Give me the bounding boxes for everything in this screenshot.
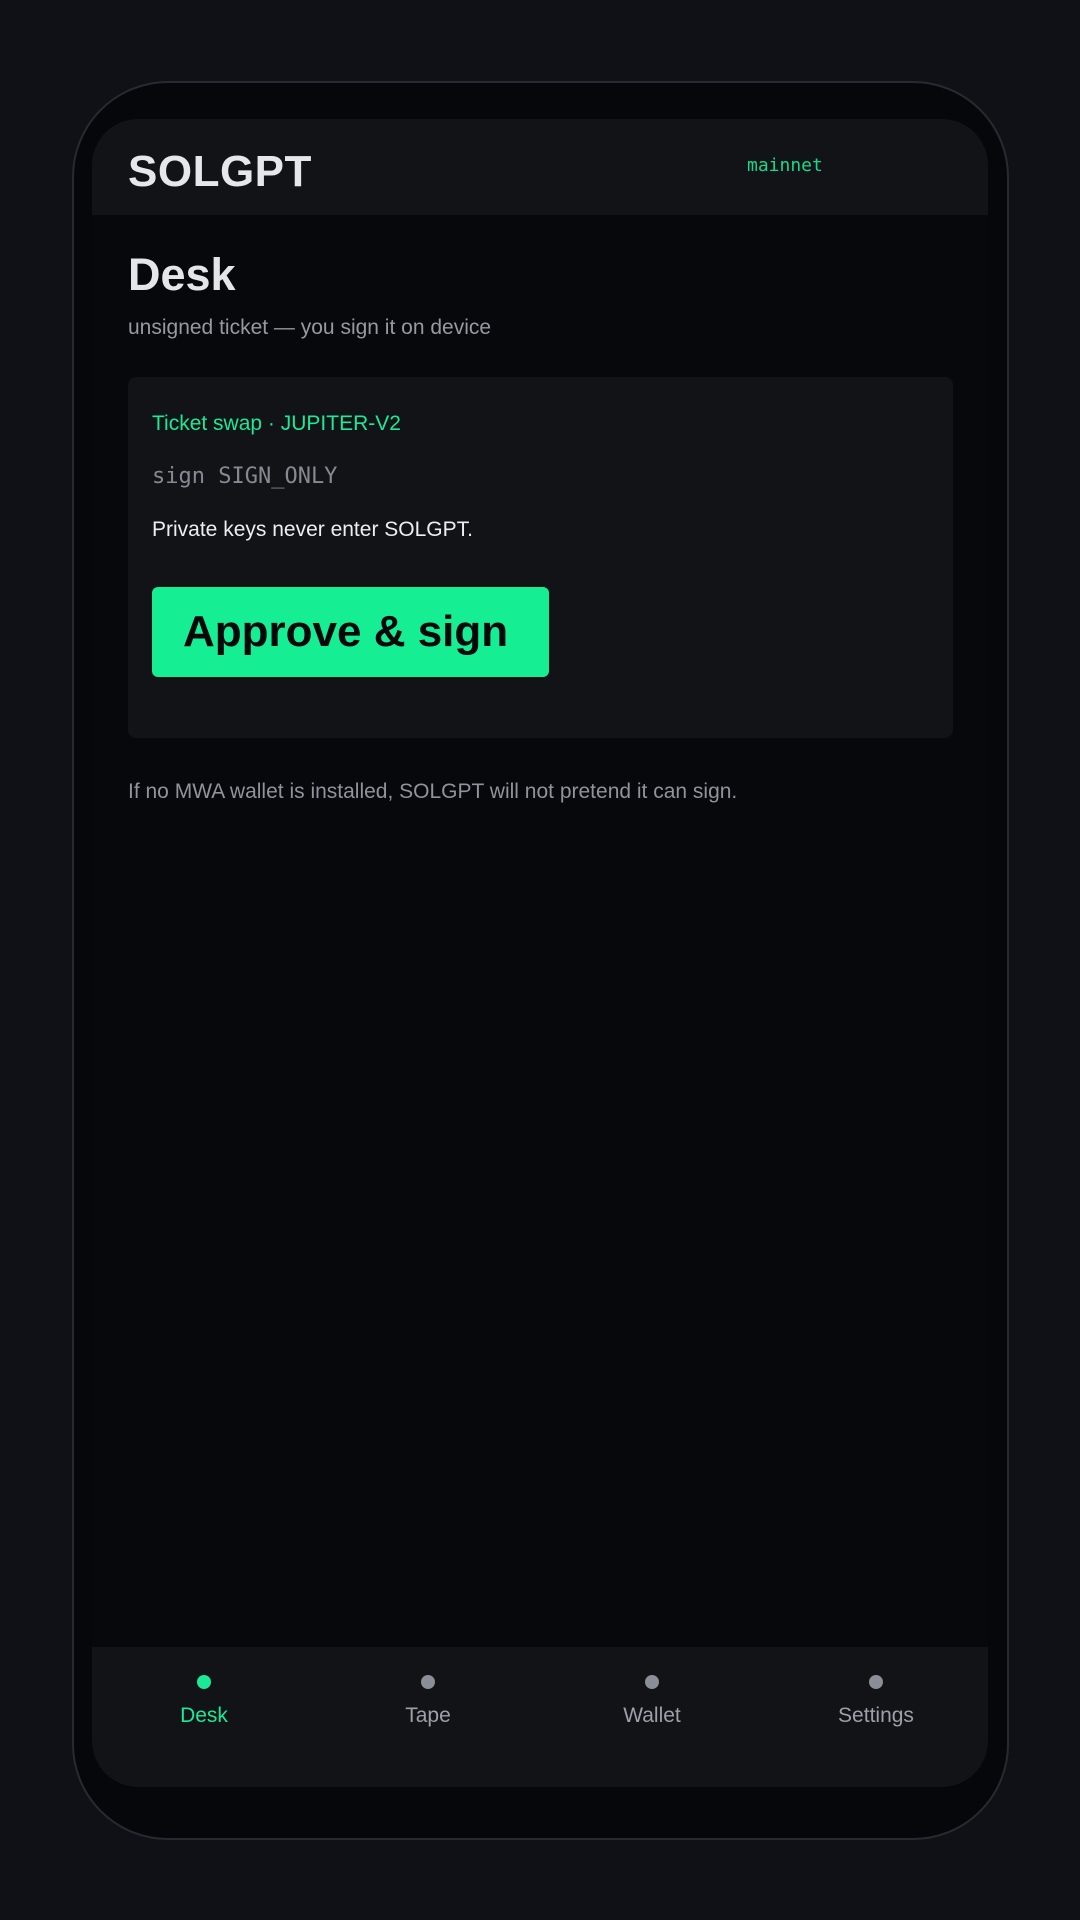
nav-dot-icon bbox=[645, 1675, 659, 1689]
private-keys-note: Private keys never enter SOLGPT. bbox=[152, 518, 473, 541]
brand-title: SOLGPT bbox=[128, 147, 312, 196]
app-screen: SOLGPT mainnet Desk unsigned ticket — yo… bbox=[92, 119, 988, 1787]
ticket-label: Ticket swap · JUPITER-V2 bbox=[152, 412, 401, 435]
network-indicator: mainnet bbox=[747, 155, 823, 176]
nav-item-label: Wallet bbox=[623, 1704, 681, 1727]
page-subtitle: unsigned ticket — you sign it on device bbox=[128, 316, 492, 339]
nav-item-label: Desk bbox=[180, 1704, 228, 1727]
nav-item-label: Settings bbox=[838, 1704, 914, 1727]
nav-dot-icon bbox=[421, 1675, 435, 1689]
nav-item-desk[interactable]: Desk bbox=[92, 1647, 316, 1787]
ticket-card: Ticket swap · JUPITER-V2 sign SIGN_ONLY … bbox=[128, 377, 953, 738]
page-title: Desk bbox=[128, 249, 236, 300]
mwa-wallet-note: If no MWA wallet is installed, SOLGPT wi… bbox=[128, 780, 738, 803]
nav-item-label: Tape bbox=[405, 1704, 451, 1727]
bottom-nav: Desk Tape Wallet Settings bbox=[92, 1647, 988, 1787]
sign-mode: sign SIGN_ONLY bbox=[152, 464, 338, 489]
app-header: SOLGPT mainnet bbox=[92, 119, 988, 215]
nav-item-wallet[interactable]: Wallet bbox=[540, 1647, 764, 1787]
nav-item-tape[interactable]: Tape bbox=[316, 1647, 540, 1787]
nav-item-settings[interactable]: Settings bbox=[764, 1647, 988, 1787]
nav-dot-icon bbox=[197, 1675, 211, 1689]
approve-sign-button[interactable]: Approve & sign bbox=[152, 587, 549, 677]
nav-dot-icon bbox=[869, 1675, 883, 1689]
